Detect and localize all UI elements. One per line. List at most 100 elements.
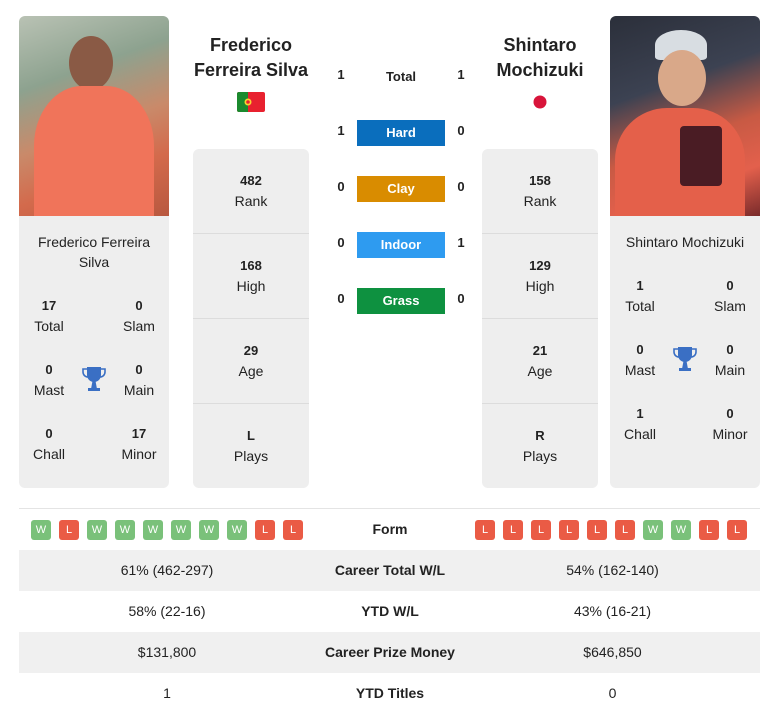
h2h-total-label: Total (385, 69, 417, 84)
form-win-badge[interactable]: W (643, 520, 663, 540)
titles-chall-value: 0 (45, 426, 53, 441)
rank-cell: 158 Rank (482, 149, 598, 234)
titles-mast-label: Mast (33, 382, 65, 398)
titles-total-label: Total (34, 318, 64, 334)
titles-minor: 0 Minor (700, 404, 760, 444)
titles-total: 17 Total (19, 296, 79, 336)
titles-slam-label: Slam (714, 298, 746, 314)
form-loss-badge[interactable]: L (559, 520, 579, 540)
player-titles-card-right: Shintaro Mochizuki 1 Total 0 Slam 0 Mast… (610, 216, 760, 488)
titles-total: 1 Total (610, 276, 670, 316)
form-win-badge[interactable]: W (87, 520, 107, 540)
form-win-badge[interactable]: W (31, 520, 51, 540)
titles-minor: 17 Minor (109, 424, 169, 464)
form-win-badge[interactable]: W (171, 520, 191, 540)
titles-slam-label: Slam (123, 318, 155, 334)
high-value: 129 (529, 258, 551, 273)
form-win-badge[interactable]: W (115, 520, 135, 540)
high-cell: 129 High (482, 234, 598, 319)
player-stats-card-left: 482 Rank 168 High 29 Age L Plays (193, 149, 309, 488)
h2h-indoor-right: 1 (457, 235, 465, 250)
form-loss-badge[interactable]: L (59, 520, 79, 540)
surface-clay-badge[interactable]: Clay (357, 176, 445, 202)
row-right-value: 0 (608, 685, 617, 701)
trophy-icon (82, 367, 106, 391)
surface-indoor-badge[interactable]: Indoor (357, 232, 445, 258)
form-win-badge[interactable]: W (143, 520, 163, 540)
plays-value: L (247, 428, 255, 443)
plays-value: R (535, 428, 545, 443)
titles-main: 0 Main (109, 360, 169, 400)
titles-slam-value: 0 (135, 298, 143, 313)
plays-label: Plays (522, 448, 558, 464)
h2h-grass-left: 0 (337, 291, 345, 306)
age-value: 29 (243, 343, 259, 358)
high-value: 168 (240, 258, 262, 273)
titles-mast: 0 Mast (610, 340, 670, 380)
player-name-line1: Shintaro (503, 35, 577, 55)
titles-main-value: 0 (726, 342, 734, 357)
high-label: High (236, 278, 266, 294)
player-name-line2: Mochizuki (496, 60, 584, 80)
age-cell: 29 Age (193, 319, 309, 404)
age-cell: 21 Age (482, 319, 598, 404)
player-stats-card-right: 158 Rank 129 High 21 Age R Plays (482, 149, 598, 488)
row-left-value: 1 (163, 685, 171, 701)
h2h-clay-left: 0 (337, 179, 345, 194)
rank-label: Rank (234, 193, 268, 209)
plays-label: Plays (233, 448, 269, 464)
row-left-value: $131,800 (137, 644, 197, 660)
h2h-hard-left: 1 (337, 123, 345, 138)
form-loss-badge[interactable]: L (283, 520, 303, 540)
titles-main-label: Main (714, 362, 746, 378)
surface-grass-badge[interactable]: Grass (357, 288, 445, 314)
shirt-panel-shape (680, 126, 722, 186)
form-loss-badge[interactable]: L (255, 520, 275, 540)
form-loss-badge[interactable]: L (615, 520, 635, 540)
rank-value: 482 (240, 173, 262, 188)
titles-mast-label: Mast (624, 362, 656, 378)
titles-chall: 0 Chall (19, 424, 79, 464)
rank-cell: 482 Rank (193, 149, 309, 234)
titles-total-value: 17 (41, 298, 57, 313)
row-left-value: 61% (462-297) (120, 562, 214, 578)
titles-chall-label: Chall (624, 426, 656, 442)
form-loss-badge[interactable]: L (699, 520, 719, 540)
titles-chall-label: Chall (33, 446, 65, 462)
surface-hard-badge[interactable]: Hard (357, 120, 445, 146)
form-loss-badge[interactable]: L (587, 520, 607, 540)
table-row: 58% (22-16) YTD W/L 43% (16-21) (19, 591, 760, 632)
form-win-badge[interactable]: W (227, 520, 247, 540)
titles-mast-value: 0 (636, 342, 644, 357)
player-photo-right (610, 16, 760, 216)
titles-minor-value: 0 (726, 406, 734, 421)
row-label: Career Total W/L (334, 562, 446, 578)
form-win-badge[interactable]: W (671, 520, 691, 540)
form-win-badge[interactable]: W (199, 520, 219, 540)
h2h-total-right: 1 (457, 67, 465, 82)
titles-minor-value: 17 (131, 426, 147, 441)
japan-flag-icon (533, 95, 547, 109)
head-shape (658, 50, 706, 106)
form-loss-badge[interactable]: L (531, 520, 551, 540)
table-row: 1 YTD Titles 0 (19, 673, 760, 714)
player-card-name: Shintaro Mochizuki (625, 234, 745, 250)
row-right-value: 54% (162-140) (566, 562, 659, 578)
row-label: YTD Titles (355, 685, 425, 701)
form-loss-badge[interactable]: L (475, 520, 495, 540)
shirt-shape (34, 86, 154, 216)
h2h-grass-right: 0 (457, 291, 465, 306)
age-label: Age (527, 363, 553, 379)
age-value: 21 (532, 343, 548, 358)
titles-chall-value: 1 (636, 406, 644, 421)
player-name-right[interactable]: Shintaro Mochizuki (465, 33, 615, 83)
row-label: YTD W/L (361, 603, 419, 619)
player-name-line2: Ferreira Silva (193, 60, 309, 80)
table-row: 61% (462-297) Career Total W/L 54% (162-… (19, 550, 760, 591)
h2h-indoor-left: 0 (337, 235, 345, 250)
high-label: High (525, 278, 555, 294)
age-label: Age (238, 363, 264, 379)
player-name-left[interactable]: Frederico Ferreira Silva (176, 33, 326, 83)
form-loss-badge[interactable]: L (727, 520, 747, 540)
form-loss-badge[interactable]: L (503, 520, 523, 540)
